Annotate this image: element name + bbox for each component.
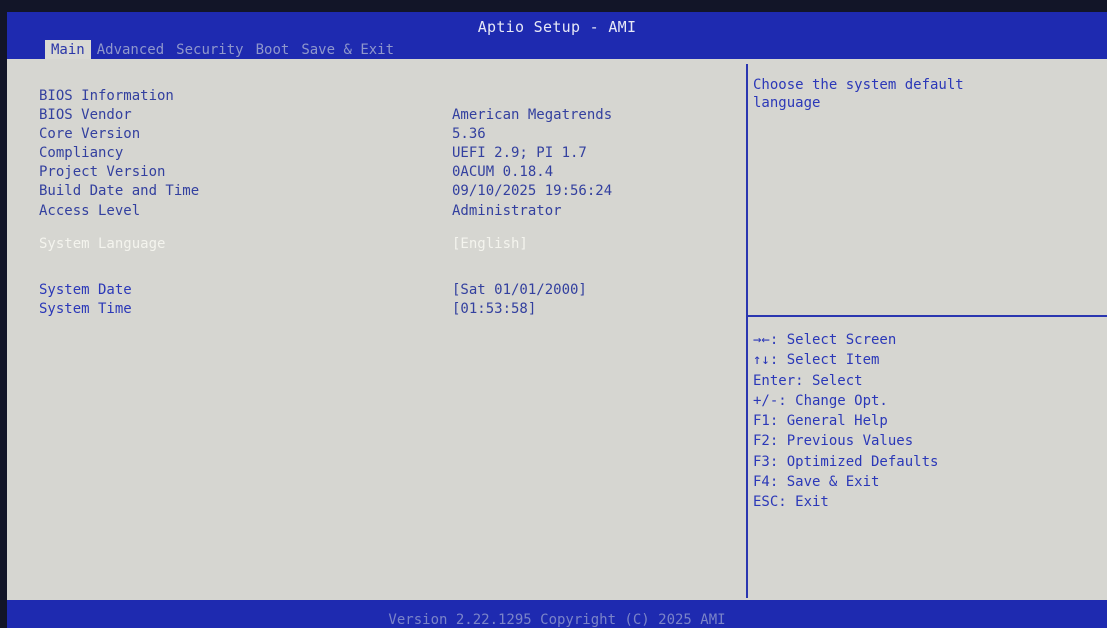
- key-optimized-defaults: F3: Optimized Defaults: [753, 453, 939, 470]
- bios-vendor-row: BIOS Vendor American Megatrends: [7, 107, 727, 126]
- core-version-label: Core Version: [39, 126, 141, 142]
- build-date-row: Build Date and Time 09/10/2025 19:56:24: [7, 183, 727, 202]
- build-date-value: 09/10/2025 19:56:24: [452, 183, 613, 199]
- project-version-value: 0ACUM 0.18.4: [452, 164, 554, 180]
- help-divider: [748, 315, 1107, 317]
- bios-info-header: BIOS Information: [39, 88, 174, 104]
- tab-boot[interactable]: Boot: [250, 40, 296, 59]
- core-version-row: Core Version 5.36: [7, 126, 727, 145]
- bios-info-header-row: BIOS Information: [7, 88, 727, 107]
- compliancy-label: Compliancy: [39, 145, 124, 161]
- tab-save-exit[interactable]: Save & Exit: [295, 40, 400, 59]
- system-time-label: System Time: [39, 301, 132, 317]
- app-title: Aptio Setup - AMI: [477, 18, 637, 36]
- core-version-value: 5.36: [452, 126, 486, 142]
- compliancy-row: Compliancy UEFI 2.9; PI 1.7: [7, 145, 727, 164]
- help-line-2: language: [753, 95, 821, 111]
- system-date-label: System Date: [39, 282, 132, 298]
- key-previous-values: F2: Previous Values: [753, 433, 914, 450]
- footer-bar: Version 2.22.1295 Copyright (C) 2025 AMI: [7, 600, 1107, 628]
- tab-main[interactable]: Main: [45, 40, 91, 59]
- help-text: Choose the system default language: [753, 76, 1093, 112]
- system-time-row[interactable]: System Time [01:53:58]: [7, 301, 727, 320]
- system-language-value[interactable]: [English]: [452, 236, 528, 252]
- bios-vendor-value: American Megatrends: [452, 107, 613, 123]
- system-time-value[interactable]: [01:53:58]: [452, 301, 536, 317]
- version-copyright: Version 2.22.1295 Copyright (C) 2025 AMI: [388, 612, 726, 628]
- compliancy-value: UEFI 2.9; PI 1.7: [452, 145, 587, 161]
- access-level-row: Access Level Administrator: [7, 203, 727, 222]
- help-line-1: Choose the system default: [753, 77, 964, 93]
- key-esc-exit: ESC: Exit: [753, 494, 829, 511]
- tab-bar: Main Advanced Security Boot Save & Exit: [45, 40, 400, 59]
- key-save-exit: F4: Save & Exit: [753, 474, 880, 491]
- main-panel: BIOS Information BIOS Vendor American Me…: [7, 59, 1107, 600]
- access-level-value: Administrator: [452, 203, 562, 219]
- key-change-opt: +/-: Change Opt.: [753, 392, 888, 409]
- system-date-value[interactable]: [Sat 01/01/2000]: [452, 282, 587, 298]
- key-legend: →←: Select Screen ↑↓: Select Item Enter:…: [753, 330, 938, 513]
- system-language-row[interactable]: System Language [English]: [7, 236, 727, 255]
- bios-screen: Aptio Setup - AMI Main Advanced Security…: [0, 0, 1107, 628]
- bios-vendor-label: BIOS Vendor: [39, 107, 132, 123]
- access-level-label: Access Level: [39, 203, 141, 219]
- build-date-label: Build Date and Time: [39, 183, 200, 199]
- title-bar: Aptio Setup - AMI Main Advanced Security…: [7, 12, 1107, 59]
- tab-security[interactable]: Security: [170, 40, 249, 59]
- project-version-label: Project Version: [39, 164, 166, 180]
- system-language-label: System Language: [39, 236, 166, 252]
- key-select-screen: →←: Select Screen: [753, 332, 897, 348]
- key-enter-select: Enter: Select: [753, 372, 863, 389]
- tab-advanced[interactable]: Advanced: [91, 40, 170, 59]
- key-general-help: F1: General Help: [753, 413, 888, 430]
- key-select-item: ↑↓: Select Item: [753, 352, 880, 369]
- panel-divider: [746, 64, 748, 598]
- system-date-row[interactable]: System Date [Sat 01/01/2000]: [7, 282, 727, 301]
- project-version-row: Project Version 0ACUM 0.18.4: [7, 164, 727, 183]
